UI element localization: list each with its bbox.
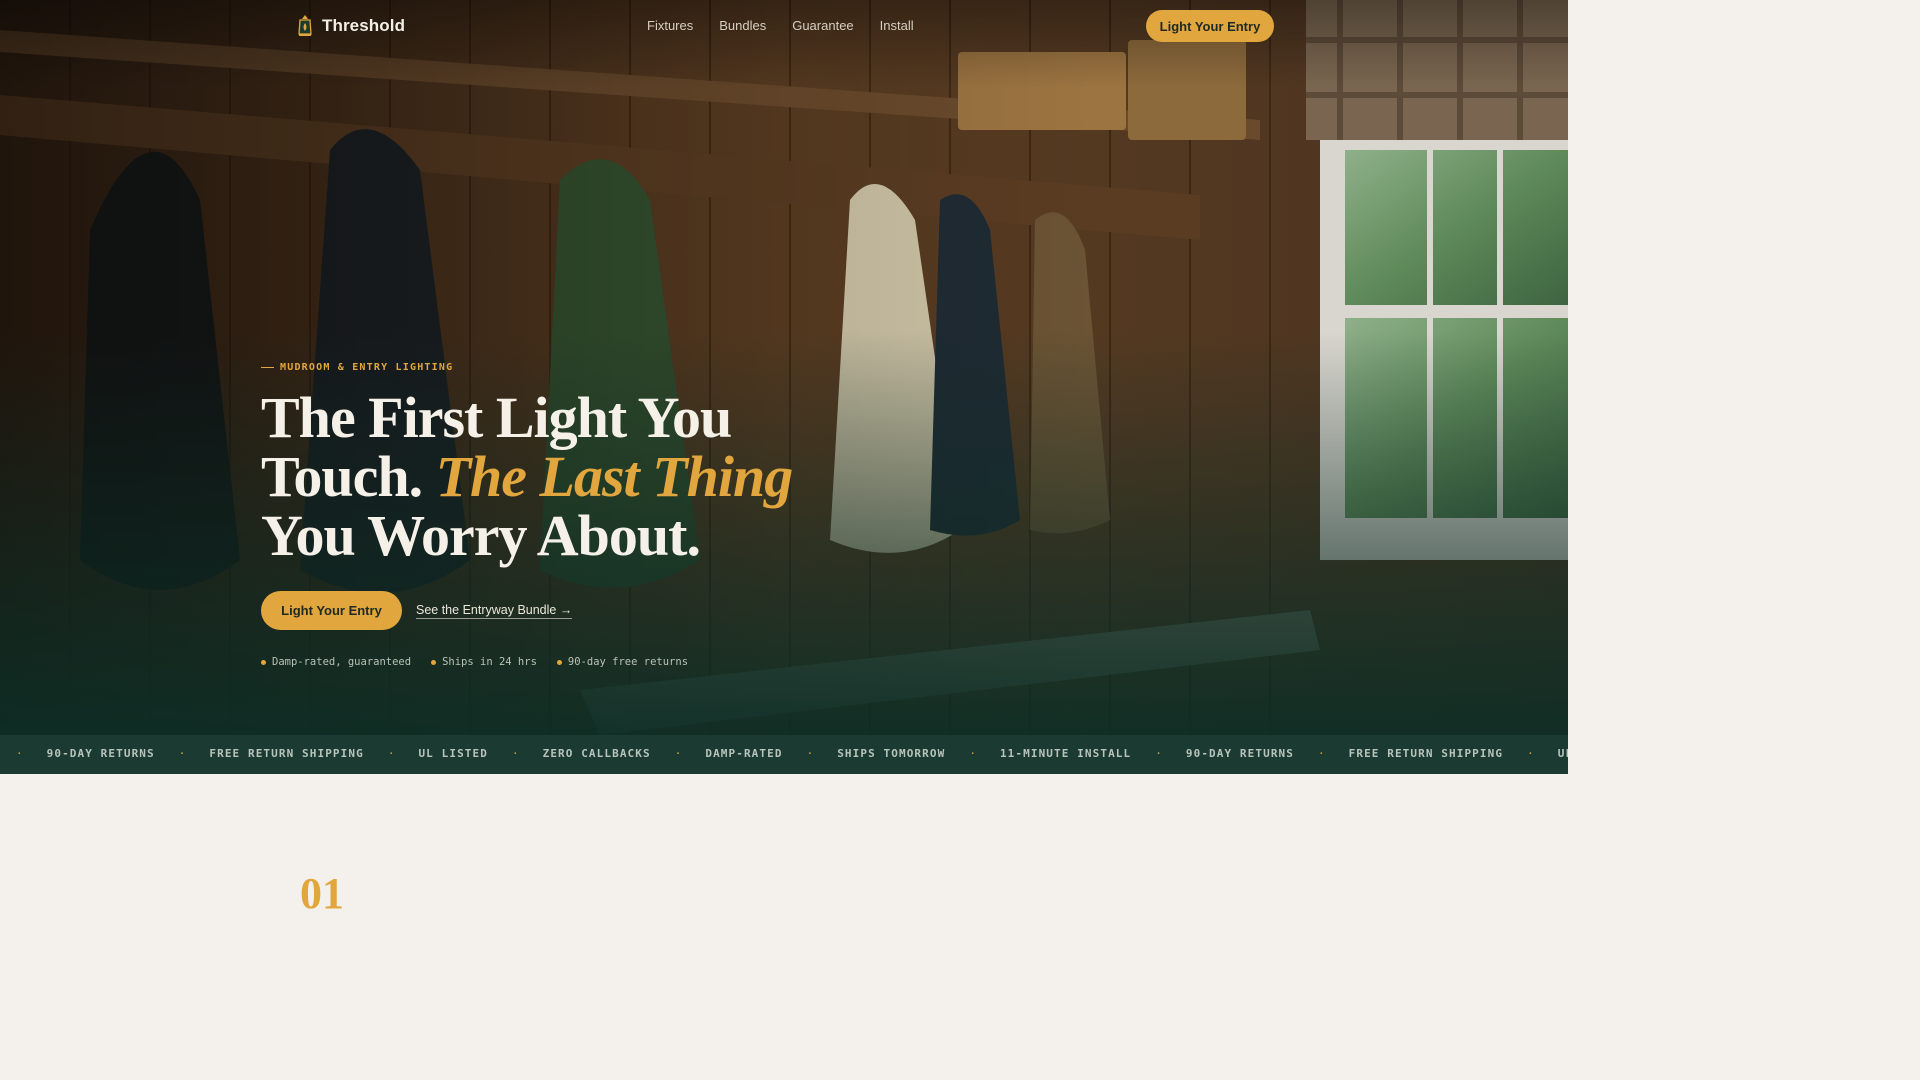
hero-overlay xyxy=(0,0,1568,735)
brand-name: Threshold xyxy=(322,16,406,35)
nav-link-install[interactable]: Install xyxy=(880,18,914,33)
trust-badges: Damp-rated, guaranteed Ships in 24 hrs 9… xyxy=(261,656,688,668)
feature-marquee: · 90-DAY RETURNS · FREE RETURN SHIPPING … xyxy=(0,735,1568,774)
marquee-separator: · xyxy=(511,747,519,760)
entryway-bundle-link[interactable]: See the Entryway Bundle → xyxy=(416,603,573,619)
bullet-dot-icon xyxy=(556,659,562,665)
headline-line-3: You Worry About. xyxy=(261,503,701,568)
section-number: 01 xyxy=(300,869,344,918)
marquee-track: · 90-DAY RETURNS · FREE RETURN SHIPPING … xyxy=(16,747,1568,760)
marquee-separator: · xyxy=(969,747,976,760)
hero-section xyxy=(0,0,1568,735)
trust-text: Damp-rated, guaranteed xyxy=(272,656,412,668)
brand-logo[interactable]: Threshold xyxy=(296,14,405,38)
eyebrow-rule xyxy=(261,367,274,368)
marquee-item: SHIPS TOMORROW xyxy=(837,747,946,760)
marquee-separator: · xyxy=(1318,747,1325,760)
headline-line-1: The First Light You xyxy=(261,385,732,450)
nav-links: Fixtures Bundles Guarantee Install xyxy=(647,18,914,33)
marquee-separator: · xyxy=(1527,747,1534,760)
nav-cta-button[interactable]: Light Your Entry xyxy=(1146,10,1274,42)
bullet-dot-icon xyxy=(431,659,437,665)
hero-headline: The First Light You Touch. The Last Thin… xyxy=(261,388,881,565)
next-section: 01 xyxy=(0,774,1568,916)
marquee-item: DAMP-RATED xyxy=(705,747,783,760)
marquee-separator: · xyxy=(1155,747,1162,760)
marquee-separator: · xyxy=(16,747,23,760)
marquee-item: 11-MINUTE INSTALL xyxy=(999,747,1132,760)
marquee-item: 90-DAY RETURNS xyxy=(1185,747,1294,760)
lantern-icon xyxy=(296,14,314,38)
top-navigation: Threshold Fixtures Bundles Guarantee Ins… xyxy=(0,0,1568,52)
trust-item: 90-day free returns xyxy=(556,656,689,668)
marquee-item: ZERO CALLBACKS xyxy=(542,747,651,760)
bullet-dot-icon xyxy=(261,659,266,665)
headline-line-2-plain: Touch. xyxy=(261,444,423,509)
hero-eyebrow: MUDROOM & ENTRY LIGHTING xyxy=(261,362,453,373)
hero-primary-button[interactable]: Light Your Entry xyxy=(261,591,402,630)
marquee-item: FREE RETURN SHIPPING xyxy=(1348,747,1504,760)
headline-line-2-accent: The Last Thing xyxy=(435,444,794,509)
marquee-item: UL LISTED xyxy=(418,747,488,760)
nav-link-guarantee[interactable]: Guarantee xyxy=(792,18,853,33)
trust-text: 90-day free returns xyxy=(567,656,689,668)
trust-text: Ships in 24 hrs xyxy=(442,656,537,668)
nav-link-bundles[interactable]: Bundles xyxy=(719,18,766,33)
trust-item: Ships in 24 hrs xyxy=(431,656,537,668)
marquee-item: 90-DAY RETURNS xyxy=(46,747,155,760)
marquee-item: FREE RETURN SHIPPING xyxy=(209,747,364,760)
nav-link-fixtures[interactable]: Fixtures xyxy=(647,18,693,33)
eyebrow-text: MUDROOM & ENTRY LIGHTING xyxy=(280,362,454,373)
marquee-separator: · xyxy=(806,747,814,760)
marquee-separator: · xyxy=(387,747,395,760)
marquee-separator: · xyxy=(178,747,186,760)
trust-item: Damp-rated, guaranteed xyxy=(261,656,411,668)
marquee-item: UL LISTED xyxy=(1557,747,1568,760)
marquee-separator: · xyxy=(674,747,682,760)
